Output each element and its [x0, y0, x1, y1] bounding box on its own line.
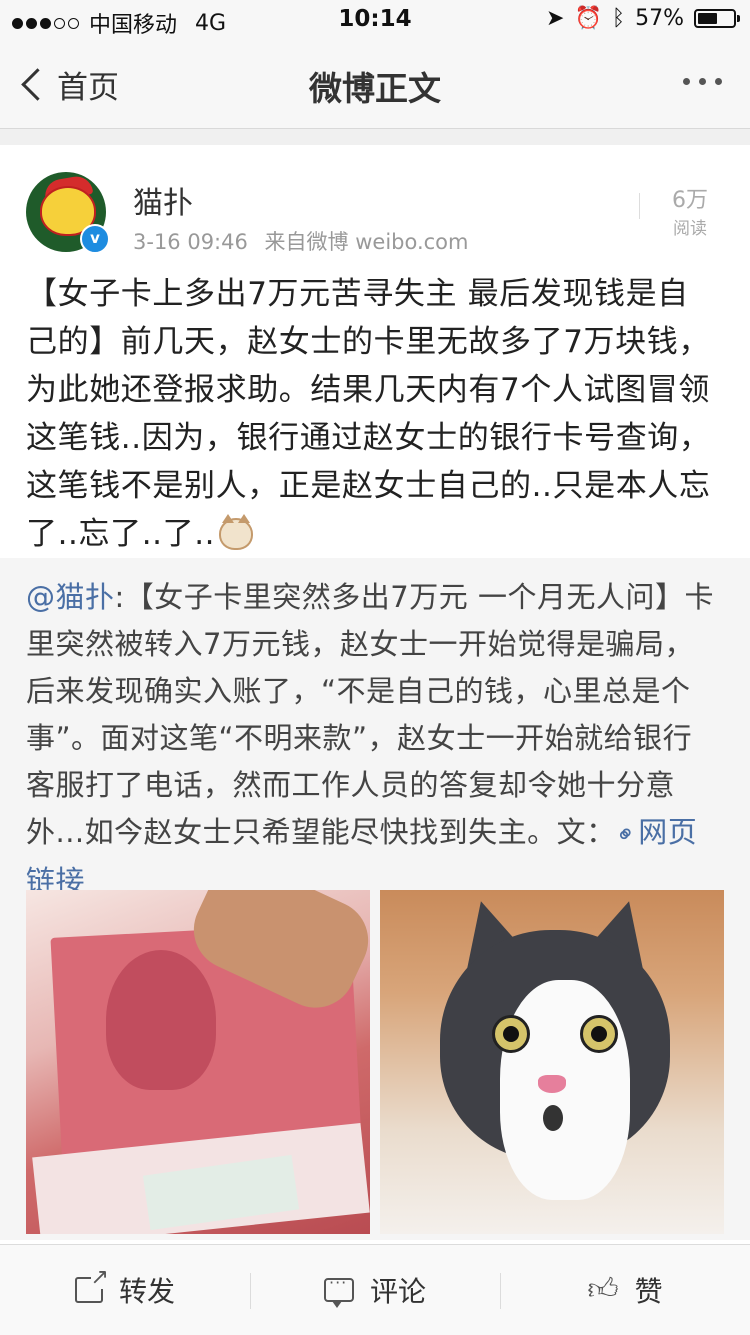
bluetooth-icon: ᛒ [611, 6, 626, 31]
like-label: 赞 [634, 1275, 663, 1308]
like-button[interactable]: 👍︎ 赞 [500, 1245, 750, 1335]
read-count: 6万 阅读 [666, 182, 714, 239]
avatar[interactable]: v [26, 172, 110, 254]
section-divider [0, 129, 750, 145]
repost-body: @猫扑:【女子卡里突然多出7万元 一个月无人问】卡里突然被转入7万元钱，赵女士一… [26, 574, 716, 905]
post-timestamp: 3-16 09:46 [133, 230, 248, 254]
location-arrow-icon: ➤ [546, 6, 565, 31]
battery-level [698, 13, 717, 24]
battery-icon [694, 9, 740, 28]
action-bar: 转发 评论 👍︎ 赞 [0, 1244, 750, 1335]
thumbs-up-icon: 👍︎ [587, 1272, 619, 1307]
alarm-icon: ⏰ [574, 6, 602, 31]
verified-badge-icon: v [80, 224, 110, 254]
repost-text: :【女子卡里突然多出7万元 一个月无人问】卡里突然被转入7万元钱，赵女士一开始觉… [26, 580, 714, 849]
reads-divider [639, 193, 640, 219]
money-photo[interactable] [26, 890, 370, 1234]
status-bar: 中国移动 4G 10:14 ➤ ⏰ ᛒ 57% [0, 0, 750, 40]
page-title: 微博正文 [309, 69, 441, 108]
post-meta: 3-16 09:46 来自微博 weibo.com [133, 226, 469, 256]
read-count-label: 阅读 [673, 219, 707, 239]
cat-photo[interactable] [380, 890, 724, 1234]
post-text: 【女子卡上多出7万元苦寻失主 最后发现钱是自己的】前几天，赵女士的卡里无故多了7… [26, 276, 711, 552]
mention-link[interactable]: @猫扑 [26, 580, 115, 614]
post-source: 来自微博 weibo.com [264, 230, 469, 254]
repost-label: 转发 [118, 1275, 175, 1308]
repost-button[interactable]: 转发 [0, 1245, 250, 1335]
post-body: 【女子卡上多出7万元苦寻失主 最后发现钱是自己的】前几天，赵女士的卡里无故多了7… [26, 270, 716, 558]
share-icon [74, 1267, 109, 1303]
repost-card[interactable]: @猫扑:【女子卡里突然多出7万元 一个月无人问】卡里突然被转入7万元钱，赵女士一… [0, 558, 750, 1240]
nav-bar: 首页 微博正文 [0, 40, 750, 129]
comment-button[interactable]: 评论 [250, 1245, 500, 1335]
battery-percent: 57% [635, 6, 684, 31]
status-right: ➤ ⏰ ᛒ 57% [546, 6, 740, 31]
username[interactable]: 猫扑 [133, 178, 193, 222]
comment-label: 评论 [369, 1275, 426, 1308]
more-dots-icon[interactable] [683, 78, 722, 85]
cat-emoji-icon [219, 514, 254, 550]
comment-icon [323, 1273, 354, 1308]
read-count-number: 6万 [672, 188, 708, 213]
